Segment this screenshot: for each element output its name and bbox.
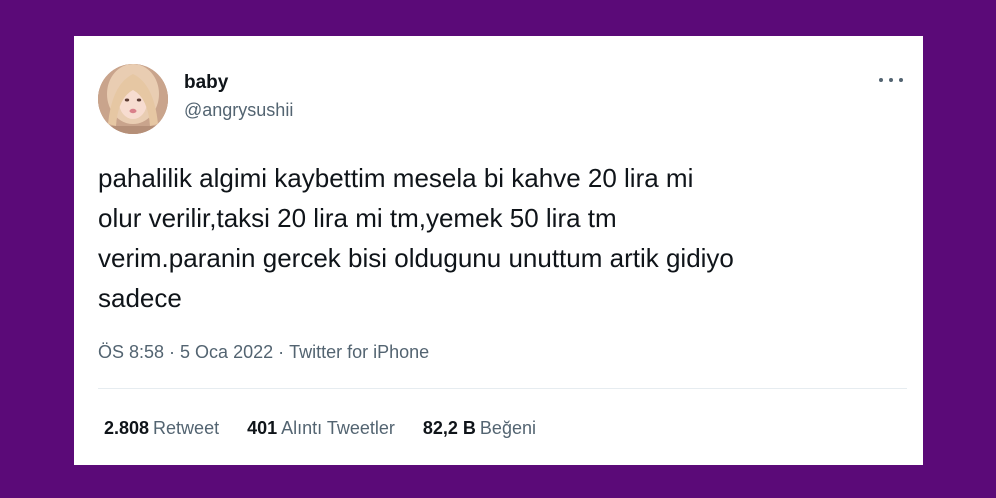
avatar[interactable] <box>98 64 168 134</box>
more-horizontal-icon[interactable] <box>877 72 905 88</box>
tweet-text: pahalilik algimi kaybettim mesela bi kah… <box>98 163 734 313</box>
tweet-card: baby @angrysushii pahalilik algimi kaybe… <box>74 36 923 465</box>
divider <box>98 388 907 389</box>
tweet-meta: ÖS 8:58 · 5 Oca 2022 · Twitter for iPhone <box>98 342 429 363</box>
author-handle[interactable]: @angrysushii <box>184 100 293 121</box>
retweet-stat[interactable]: 2.808 Retweet <box>104 418 219 439</box>
author-display-name[interactable]: baby <box>184 72 228 94</box>
like-stat[interactable]: 82,2 B Beğeni <box>423 418 536 439</box>
quote-tweet-label: Alıntı Tweetler <box>281 418 395 438</box>
tweet-time[interactable]: ÖS 8:58 <box>98 342 164 362</box>
more-dot <box>889 78 893 82</box>
more-dot <box>899 78 903 82</box>
tweet-source[interactable]: Twitter for iPhone <box>289 342 429 362</box>
like-count: 82,2 B <box>422 418 476 438</box>
more-dot <box>879 78 883 82</box>
engagement-stats: 2.808 Retweet 401 Alıntı Tweetler 82,2 B Be… <box>104 418 536 439</box>
retweet-count: 2.808 <box>104 418 150 438</box>
meta-separator: · <box>278 342 285 362</box>
quote-tweet-count: 401 <box>247 418 278 438</box>
tweet-date[interactable]: 5 Oca 2022 <box>180 342 273 362</box>
profile-photo <box>98 64 168 134</box>
quote-tweet-stat[interactable]: 401 Alıntı Tweetler <box>247 418 395 439</box>
retweet-label: Retweet <box>153 418 220 438</box>
meta-separator: · <box>169 342 176 362</box>
like-label: Beğeni <box>479 418 536 438</box>
